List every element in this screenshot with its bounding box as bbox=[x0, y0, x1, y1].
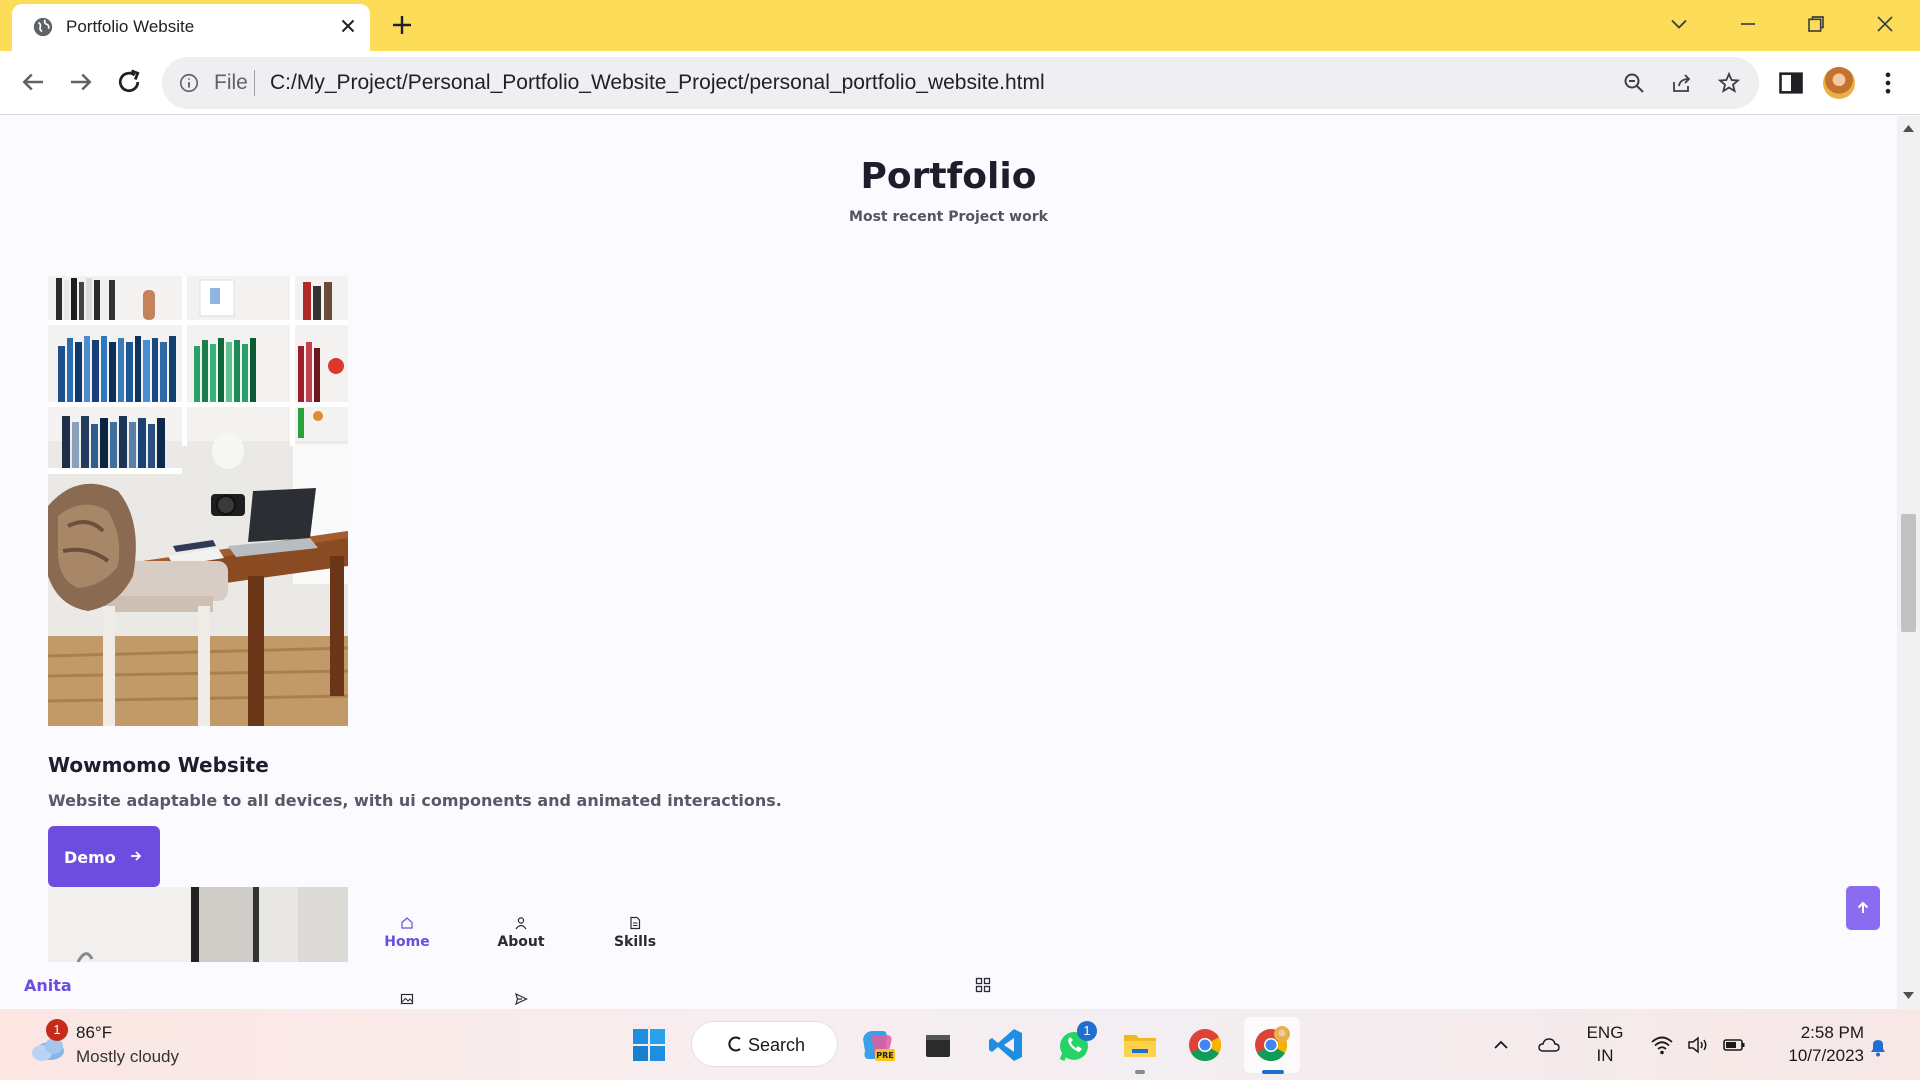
file-icon bbox=[630, 916, 641, 930]
windows-start-icon[interactable] bbox=[632, 1028, 666, 1062]
language-indicator-bottom[interactable]: IN bbox=[1585, 1046, 1625, 1066]
windows-taskbar: 1 86°F Mostly cloudy Search PRE 1 ENG IN… bbox=[0, 1009, 1920, 1080]
browser-tab[interactable]: Portfolio Website bbox=[12, 4, 370, 51]
home-icon bbox=[401, 917, 413, 929]
arrow-up-icon bbox=[1857, 901, 1869, 913]
weather-badge: 1 bbox=[46, 1019, 68, 1041]
section-subtitle: Most recent Project work bbox=[849, 209, 1048, 225]
url-separator bbox=[254, 70, 255, 96]
scroll-down-arrow-icon[interactable] bbox=[1903, 992, 1914, 1000]
project-description: Website adaptable to all devices, with u… bbox=[48, 791, 782, 810]
chrome-active-indicator bbox=[1262, 1070, 1284, 1074]
side-panel-icon[interactable] bbox=[1777, 69, 1805, 97]
back-arrow-icon[interactable] bbox=[18, 67, 48, 97]
vscode-icon[interactable] bbox=[986, 1025, 1026, 1065]
file-explorer-icon[interactable] bbox=[1120, 1025, 1160, 1065]
scroll-up-arrow-icon[interactable] bbox=[1903, 124, 1914, 132]
battery-icon[interactable] bbox=[1722, 1033, 1746, 1057]
reload-icon[interactable] bbox=[114, 67, 144, 97]
info-icon[interactable] bbox=[178, 72, 200, 94]
clock-time[interactable]: 2:58 PM bbox=[1764, 1023, 1864, 1043]
bookmark-star-icon[interactable] bbox=[1717, 71, 1741, 95]
project-image-2 bbox=[48, 887, 348, 962]
share-icon[interactable] bbox=[1670, 71, 1694, 95]
scrollbar-thumb[interactable] bbox=[1901, 514, 1916, 632]
browser-tab-bar: Portfolio Website bbox=[0, 0, 1920, 51]
nav-item-home[interactable]: Home bbox=[372, 916, 442, 958]
url-scheme: File bbox=[214, 71, 248, 94]
page-scrollbar[interactable] bbox=[1897, 116, 1920, 1009]
brand-logo-text[interactable]: Anita bbox=[24, 976, 72, 995]
nav-item-about[interactable]: About bbox=[486, 916, 556, 958]
wifi-icon[interactable] bbox=[1650, 1033, 1674, 1057]
explorer-running-indicator bbox=[1135, 1070, 1145, 1074]
weather-temperature: 86°F bbox=[76, 1023, 113, 1042]
taskbar-search-label: Search bbox=[748, 1035, 806, 1055]
user-icon bbox=[515, 917, 527, 930]
chrome-icon[interactable] bbox=[1185, 1025, 1225, 1065]
nav-item-skills[interactable]: Skills bbox=[600, 916, 670, 958]
terminal-icon[interactable] bbox=[918, 1025, 958, 1065]
menu-kebab-icon[interactable] bbox=[1874, 69, 1902, 97]
send-icon[interactable] bbox=[514, 992, 528, 1006]
whatsapp-badge: 1 bbox=[1077, 1021, 1097, 1041]
browser-toolbar: File C:/My_Project/Personal_Portfolio_We… bbox=[0, 51, 1920, 115]
section-title: Portfolio bbox=[860, 156, 1037, 197]
close-window-icon[interactable] bbox=[1871, 10, 1899, 38]
address-bar[interactable]: File C:/My_Project/Personal_Portfolio_We… bbox=[162, 57, 1759, 109]
arrow-right-icon bbox=[131, 851, 142, 861]
bookshelf-desk-illustration bbox=[48, 276, 348, 726]
chrome-profile-icon[interactable] bbox=[1251, 1025, 1291, 1065]
chevron-up-icon[interactable] bbox=[1489, 1033, 1513, 1057]
clock-date[interactable]: 10/7/2023 bbox=[1764, 1046, 1864, 1066]
page-viewport: Portfolio Most recent Project work Wowmo… bbox=[0, 116, 1897, 1009]
globe-icon bbox=[33, 17, 53, 37]
project-title: Wowmomo Website bbox=[48, 753, 269, 777]
volume-icon[interactable] bbox=[1686, 1033, 1710, 1057]
profile-avatar[interactable] bbox=[1823, 67, 1855, 99]
zoom-icon[interactable] bbox=[1622, 71, 1646, 95]
copilot-icon[interactable]: PRE bbox=[857, 1025, 897, 1065]
project-image bbox=[48, 276, 348, 726]
svg-text:PRE: PRE bbox=[876, 1051, 894, 1060]
room-illustration bbox=[48, 887, 348, 962]
image-icon[interactable] bbox=[400, 992, 414, 1006]
search-icon bbox=[728, 1036, 741, 1052]
url-text[interactable]: C:/My_Project/Personal_Portfolio_Website… bbox=[270, 71, 1045, 95]
onedrive-cloud-icon[interactable] bbox=[1537, 1033, 1561, 1057]
language-indicator-top[interactable]: ENG bbox=[1585, 1023, 1625, 1043]
weather-description: Mostly cloudy bbox=[76, 1047, 179, 1066]
nav-label-about: About bbox=[497, 934, 545, 950]
tab-search-chevron-icon[interactable] bbox=[1665, 10, 1693, 38]
notification-bell-icon[interactable] bbox=[1866, 1035, 1890, 1059]
grid-menu-icon[interactable] bbox=[975, 977, 991, 993]
forward-arrow-icon[interactable] bbox=[66, 67, 96, 97]
nav-label-skills: Skills bbox=[613, 934, 657, 950]
scroll-up-button[interactable] bbox=[1846, 886, 1880, 930]
minimize-icon[interactable] bbox=[1734, 10, 1762, 38]
nav-label-home: Home bbox=[384, 934, 430, 950]
demo-button[interactable]: Demo bbox=[48, 826, 160, 887]
taskbar-search[interactable]: Search bbox=[691, 1021, 838, 1067]
close-tab-icon[interactable] bbox=[337, 15, 359, 37]
restore-icon[interactable] bbox=[1802, 10, 1830, 38]
demo-button-label: Demo bbox=[64, 848, 116, 867]
tab-title: Portfolio Website bbox=[66, 17, 195, 36]
new-tab-icon[interactable] bbox=[390, 13, 414, 37]
